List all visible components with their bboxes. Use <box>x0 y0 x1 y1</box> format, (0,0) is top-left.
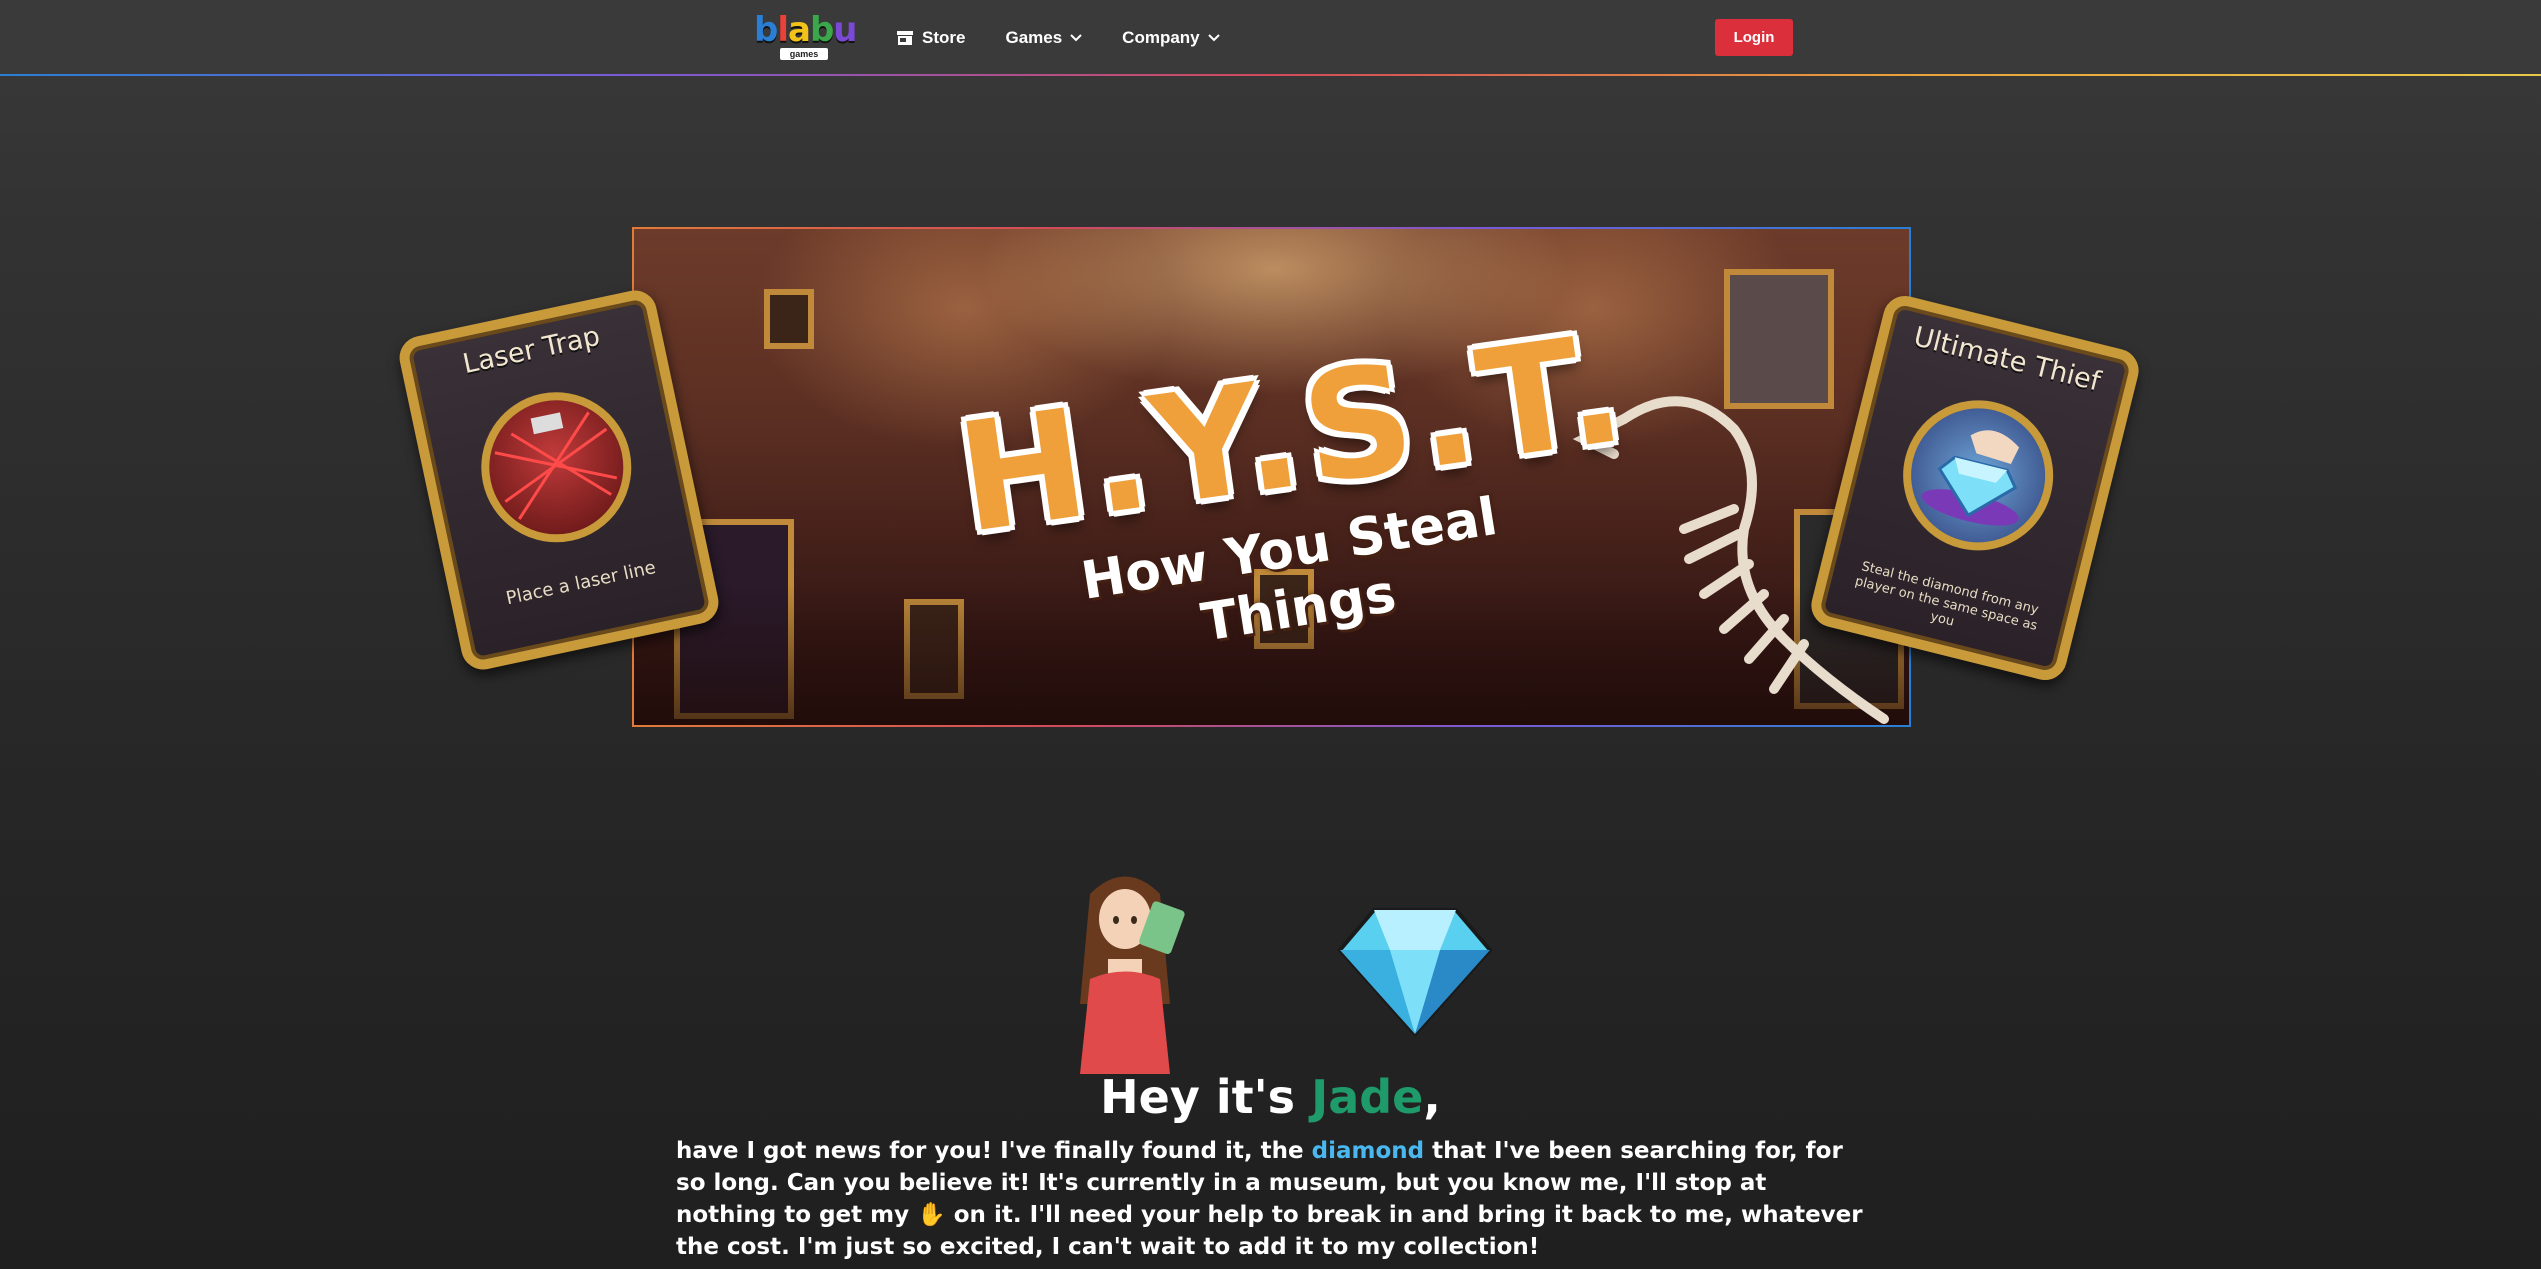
story-text: have I got news for you! I've finally fo… <box>676 1138 1312 1164</box>
nav-menu: Store Games Company <box>896 0 1220 76</box>
logo-letter: a <box>788 10 811 50</box>
nav-item-company-label: Company <box>1122 28 1200 47</box>
diamond-highlight: diamond <box>1311 1138 1425 1164</box>
greeting-heading: Hey it's Jade, <box>0 1070 2541 1124</box>
greeting-suffix: , <box>1423 1070 1441 1124</box>
navbar-divider <box>0 74 2541 76</box>
blabu-games-logo[interactable]: b l a b u games <box>754 10 858 60</box>
jade-character-avatar <box>1080 876 1185 1074</box>
painting-frame <box>764 289 814 349</box>
store-icon <box>896 30 914 46</box>
hero-banner: H.Y.S.T. How You Steal Things <box>632 227 1911 727</box>
character-name: Jade <box>1311 1070 1424 1124</box>
top-navbar: b l a b u games Store Games Company Logi… <box>0 0 2541 76</box>
nav-item-games[interactable]: Games <box>1005 28 1082 48</box>
nav-item-store[interactable]: Store <box>896 28 965 48</box>
chevron-down-icon <box>1207 34 1220 42</box>
hand-icon: ✋ <box>917 1202 946 1228</box>
login-button[interactable]: Login <box>1715 19 1793 56</box>
logo-letter: b <box>754 10 778 50</box>
logo-wordmark: b l a b u <box>754 10 858 50</box>
logo-letter: b <box>809 10 834 50</box>
nav-item-games-label: Games <box>1005 28 1063 47</box>
story-paragraph: have I got news for you! I've finally fo… <box>676 1135 1866 1263</box>
chevron-down-icon <box>1070 34 1082 42</box>
diamond-icon <box>1337 908 1493 1038</box>
logo-letter: l <box>777 10 789 50</box>
greeting-prefix: Hey it's <box>1100 1070 1312 1124</box>
nav-item-store-label: Store <box>922 28 966 47</box>
nav-item-company[interactable]: Company <box>1122 28 1220 48</box>
logo-letter: u <box>833 10 857 50</box>
